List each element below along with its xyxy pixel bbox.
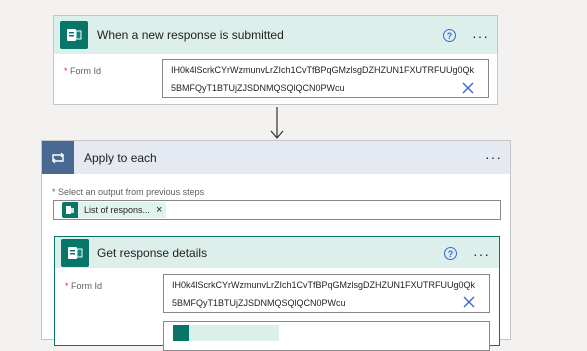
forms-icon: [61, 238, 89, 267]
more-options-icon[interactable]: ···: [472, 29, 489, 43]
clear-x-icon[interactable]: [463, 296, 475, 308]
token-label: List of respons...: [84, 205, 151, 215]
form-id-input[interactable]: IH0k4lScrkCYrWzmunvLrZIch1CvTfBPqGMzlsgD…: [162, 59, 489, 98]
form-id-value-line2: 5BMFQyT1BTUjZJSDNMQSQlQCN0PWcu: [171, 83, 345, 93]
trigger-card-header[interactable]: When a new response is submitted: [54, 16, 497, 54]
help-icon[interactable]: ?: [444, 247, 457, 260]
forms-icon: [62, 202, 78, 218]
form-id-label: * Form Id: [65, 281, 102, 291]
required-mark: *: [52, 187, 56, 197]
form-id-label-text: Form Id: [71, 281, 103, 291]
get-details-title: Get response details: [97, 245, 208, 260]
required-mark: *: [64, 66, 68, 76]
apply-each-card[interactable]: Apply to each ··· * Select an output fro…: [41, 140, 511, 351]
get-details-card[interactable]: Get response details ? ··· * Form Id IH0…: [54, 236, 500, 351]
form-id-value-line1: IH0k4lScrkCYrWzmunvLrZIch1CvTfBPqGMzlsgD…: [172, 280, 476, 290]
form-id-value-line1: IH0k4lScrkCYrWzmunvLrZIch1CvTfBPqGMzlsgD…: [171, 65, 475, 75]
list-of-responses-token[interactable]: List of respons... ×: [62, 202, 167, 218]
clear-x-icon[interactable]: [462, 82, 474, 94]
loop-icon: [42, 141, 74, 174]
required-mark: *: [65, 281, 69, 291]
form-id-input[interactable]: IH0k4lScrkCYrWzmunvLrZIch1CvTfBPqGMzlsgD…: [163, 274, 490, 313]
select-output-label: * Select an output from previous steps: [52, 187, 204, 197]
trigger-card[interactable]: When a new response is submitted ? ··· *…: [53, 15, 498, 105]
trigger-title: When a new response is submitted: [97, 28, 284, 42]
apply-each-header[interactable]: Apply to each: [42, 141, 510, 174]
get-details-header[interactable]: Get response details: [55, 237, 499, 268]
token-remove-icon[interactable]: ×: [156, 204, 166, 216]
forms-icon: [173, 325, 189, 341]
help-icon[interactable]: ?: [443, 29, 456, 42]
next-field-input[interactable]: [163, 321, 490, 351]
form-id-value-line2: 5BMFQyT1BTUjZJSDNMQSQlQCN0PWcu: [172, 298, 346, 308]
form-id-label-text: Form Id: [70, 66, 102, 76]
more-options-icon[interactable]: ···: [485, 150, 502, 164]
token-placeholder: [189, 325, 279, 341]
select-output-input[interactable]: List of respons... ×: [53, 200, 501, 220]
more-options-icon[interactable]: ···: [473, 247, 490, 261]
select-output-label-text: Select an output from previous steps: [58, 187, 205, 197]
forms-icon: [60, 21, 88, 49]
apply-each-title: Apply to each: [84, 150, 157, 165]
connector-arrow-icon: [270, 107, 284, 139]
form-id-label: * Form Id: [64, 66, 101, 76]
